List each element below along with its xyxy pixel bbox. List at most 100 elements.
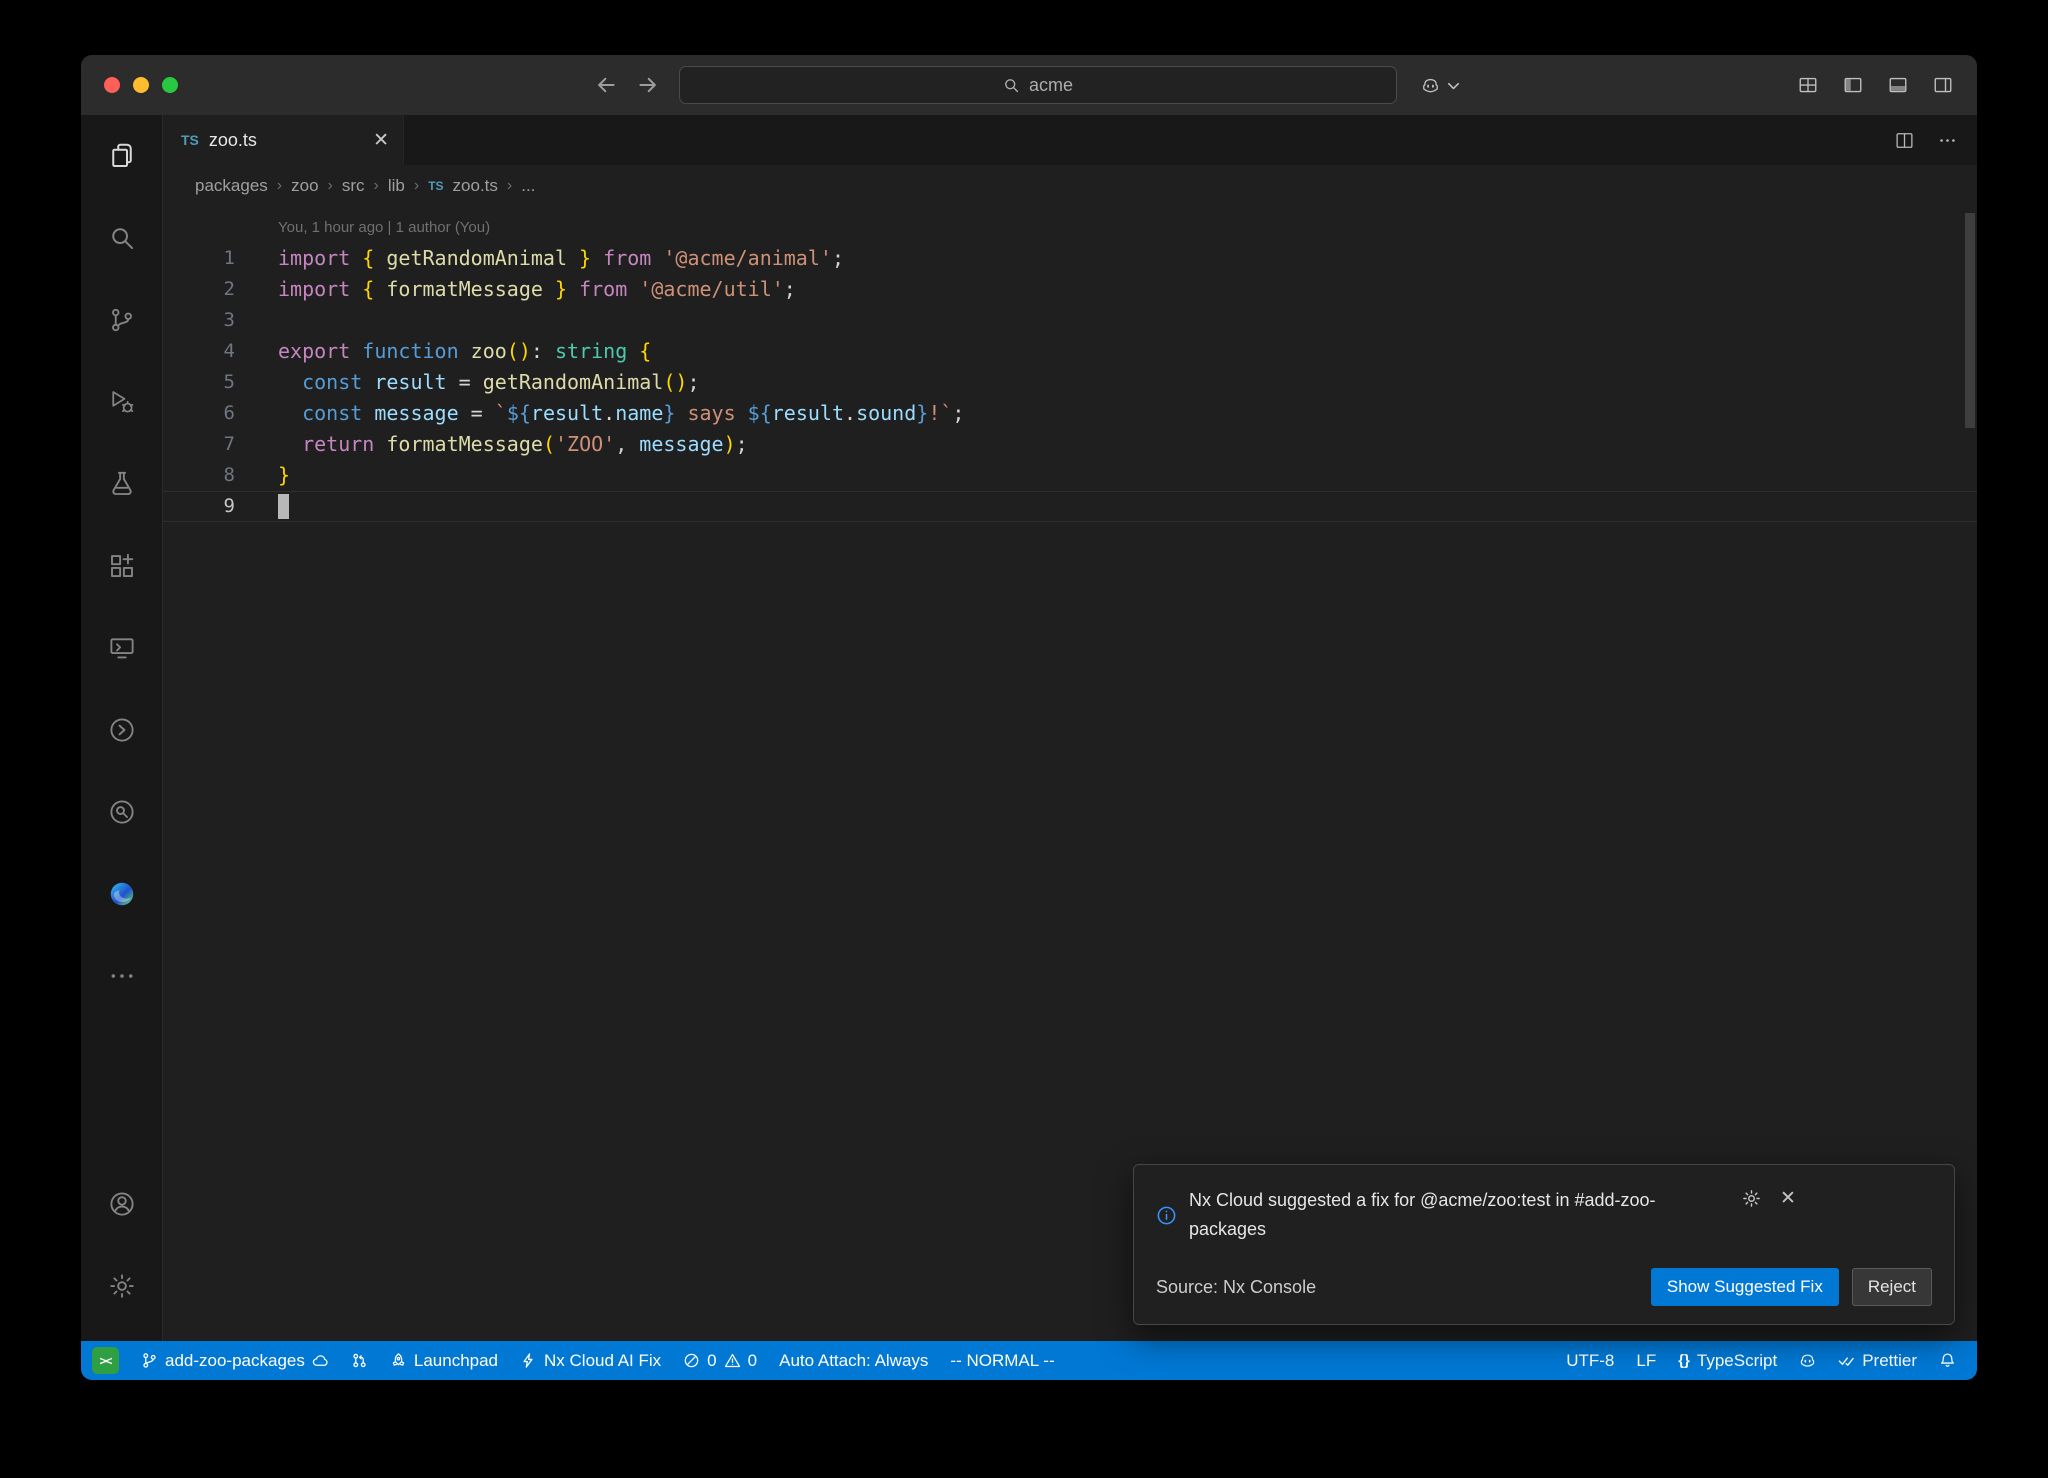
code-line-5[interactable]: 5 const result = getRandomAnimal(); [163,367,1977,398]
statusbar-launchpad[interactable]: Launchpad [379,1341,509,1380]
accounts-icon [107,1189,137,1219]
rocket-icon [390,1352,407,1369]
close-window-button[interactable] [104,77,120,93]
activitybar-inspect[interactable] [81,771,162,853]
statusbar-git-branch[interactable]: add-zoo-packages [130,1341,340,1380]
more-actions-icon[interactable] [1938,131,1957,150]
activitybar-settings[interactable] [81,1245,162,1327]
code-line-2[interactable]: 2import { formatMessage } from '@acme/ut… [163,274,1977,305]
code-line-3[interactable]: 3 [163,305,1977,336]
code-line-8[interactable]: 8} [163,460,1977,491]
statusbar-eol[interactable]: LF [1625,1341,1667,1380]
show-suggested-fix-button[interactable]: Show Suggested Fix [1651,1268,1839,1306]
activitybar-edge-devtools[interactable] [81,853,162,935]
tab-zoo-ts[interactable]: TS zoo.ts ✕ [163,115,404,165]
customize-layout-icon[interactable] [1798,75,1818,95]
split-editor-icon[interactable] [1895,131,1914,150]
activitybar-accounts[interactable] [81,1163,162,1245]
statusbar-copilot-status[interactable] [1788,1341,1827,1380]
minimize-window-button[interactable] [133,77,149,93]
notification-settings-icon[interactable] [1741,1188,1762,1209]
statusbar-language-mode[interactable]: {}TypeScript [1667,1341,1788,1380]
statusbar-text: add-zoo-packages [165,1351,305,1371]
toggle-secondary-sidebar-icon[interactable] [1933,75,1953,95]
activitybar-remote-explorer[interactable] [81,607,162,689]
toggle-panel-icon[interactable] [1888,75,1908,95]
statusbar-vim-mode[interactable]: -- NORMAL -- [939,1341,1065,1380]
editor-group: TS zoo.ts ✕ packages›zoo›src›lib›TSzoo.t… [163,115,1977,1341]
statusbar-nx-cloud-ai-fix[interactable]: Nx Cloud AI Fix [509,1341,672,1380]
statusbar-text: 0 [748,1351,757,1371]
activitybar-testing[interactable] [81,443,162,525]
code-line-7[interactable]: 7 return formatMessage('ZOO', message); [163,429,1977,460]
statusbar-auto-attach[interactable]: Auto Attach: Always [768,1341,939,1380]
notification-source: Source: Nx Console [1156,1277,1638,1298]
info-icon [1156,1186,1177,1244]
statusbar-compare-changes[interactable] [340,1341,379,1380]
tab-close-icon[interactable]: ✕ [373,131,389,150]
code-line-9[interactable]: 9 [163,491,1977,522]
statusbar-encoding[interactable]: UTF-8 [1555,1341,1625,1380]
statusbar-remote-indicator[interactable]: >< [81,1341,130,1380]
command-center-value: acme [1029,75,1073,96]
notification-close-icon[interactable]: ✕ [1780,1188,1796,1209]
pr-icon [351,1352,368,1369]
activitybar-search[interactable] [81,197,162,279]
breadcrumb-separator: › [414,177,419,195]
breadcrumb-item[interactable]: zoo [291,176,318,196]
command-center-search[interactable]: acme [679,66,1397,104]
activitybar-source-control[interactable] [81,279,162,361]
activitybar-extensions[interactable] [81,525,162,607]
breadcrumb: packages›zoo›src›lib›TSzoo.ts›... [163,165,1977,207]
editor-scrollbar[interactable] [1963,207,1977,1341]
breadcrumb-item[interactable]: src [342,176,365,196]
line-number: 5 [163,367,235,398]
source-control-icon [107,305,137,335]
statusbar-problems[interactable]: 00 [672,1341,768,1380]
copilot-menu[interactable] [1421,76,1463,95]
line-number: 4 [163,336,235,367]
bolt-icon [520,1352,537,1369]
remote-brackets-icon: >< [92,1347,119,1374]
breadcrumb-separator: › [277,177,282,195]
codelens-blame[interactable]: You, 1 hour ago | 1 author (You) [163,212,1977,243]
activitybar-more[interactable] [81,935,162,1017]
forward-icon[interactable] [637,74,659,96]
code-line-1[interactable]: 1import { getRandomAnimal } from '@acme/… [163,243,1977,274]
toggle-primary-sidebar-icon[interactable] [1843,75,1863,95]
reject-button[interactable]: Reject [1852,1268,1932,1306]
tab-bar: TS zoo.ts ✕ [163,115,1977,165]
statusbar-formatter-prettier[interactable]: Prettier [1827,1341,1928,1380]
zoom-window-button[interactable] [162,77,178,93]
copilot-icon [1421,76,1440,95]
remote-explorer-icon [107,633,137,663]
breadcrumb-separator: › [374,177,379,195]
notification-toast: Nx Cloud suggested a fix for @acme/zoo:t… [1133,1164,1955,1325]
statusbar-text: 0 [707,1351,716,1371]
breadcrumb-tail[interactable]: ... [521,176,535,196]
code-line-4[interactable]: 4export function zoo(): string { [163,336,1977,367]
error-icon [683,1352,700,1369]
activitybar-nx-console[interactable] [81,689,162,771]
bell-icon [1939,1352,1956,1369]
warning-icon [724,1352,741,1369]
statusbar-text: -- NORMAL -- [950,1351,1054,1371]
activitybar-run-and-debug[interactable] [81,361,162,443]
nx-console-icon [107,715,137,745]
edge-devtools-icon [107,879,137,909]
line-number: 9 [163,491,235,522]
breadcrumb-file[interactable]: zoo.ts [453,176,498,196]
breadcrumb-item[interactable]: lib [388,176,405,196]
statusbar-text: Prettier [1862,1351,1917,1371]
layout-controls [1798,75,1953,95]
vscode-window: acme TS zoo.ts ✕ [81,55,1977,1380]
check-double-icon [1838,1352,1855,1369]
breadcrumb-separator: › [507,177,512,195]
code-line-6[interactable]: 6 const message = `${result.name} says $… [163,398,1977,429]
activitybar-explorer[interactable] [81,115,162,197]
back-icon[interactable] [595,74,617,96]
breadcrumb-item[interactable]: packages [195,176,268,196]
statusbar-text: TypeScript [1697,1351,1777,1371]
scrollbar-thumb[interactable] [1965,213,1975,428]
statusbar-notifications-bell[interactable] [1928,1341,1967,1380]
